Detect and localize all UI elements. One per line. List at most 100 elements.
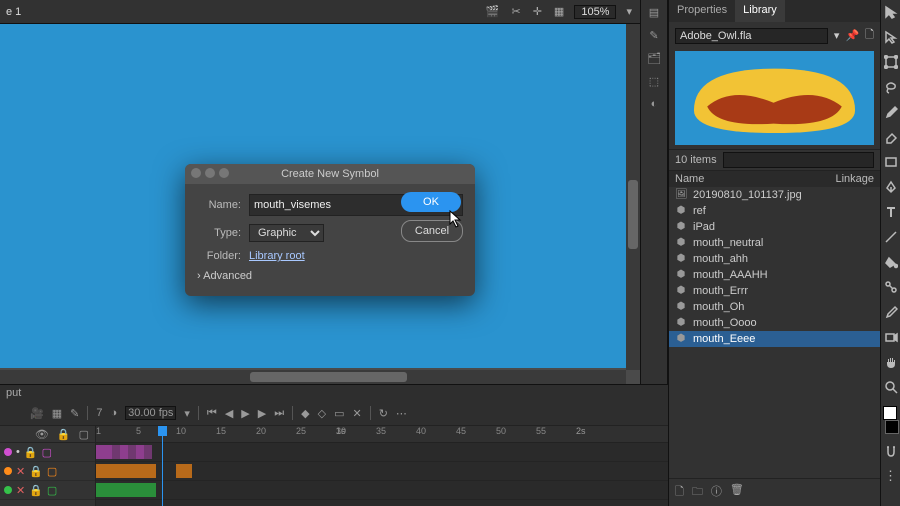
library-item[interactable]: ⬢iPad [669, 219, 880, 235]
tab-library[interactable]: Library [735, 0, 785, 22]
selection-tool-icon[interactable] [883, 4, 899, 20]
library-item[interactable]: ⬢mouth_Errr [669, 283, 880, 299]
timeline-frames[interactable]: 1s 2s 1510152025303540455055 [96, 426, 668, 506]
dock-icon-2[interactable]: ✎ [649, 29, 658, 42]
paint-bucket-tool-icon[interactable] [883, 254, 899, 270]
play-icon[interactable]: ▶ [241, 407, 249, 420]
insert-frame-icon[interactable]: ▭ [334, 407, 344, 420]
col-linkage[interactable]: Linkage [835, 173, 874, 185]
camera-tool-icon[interactable] [883, 329, 899, 345]
library-item[interactable]: ⬢mouth_Eeee [669, 331, 880, 347]
new-doc-icon[interactable]: 🗋 [865, 26, 874, 45]
fill-color-swatch[interactable] [885, 420, 899, 434]
dock-icon-1[interactable]: ▤ [649, 6, 659, 19]
goto-last-icon[interactable]: ⏭ [274, 407, 284, 420]
free-transform-tool-icon[interactable] [883, 54, 899, 70]
zoom-tool-icon[interactable] [883, 379, 899, 395]
stage-center-icon[interactable]: ✛ [531, 3, 544, 20]
timeline-track[interactable] [96, 481, 668, 500]
fps-dropdown-icon[interactable]: ▾ [184, 407, 190, 420]
timeline-track[interactable] [96, 462, 668, 481]
onion-skin-icon[interactable]: ◑ [110, 407, 117, 419]
library-list[interactable]: 🖼20190810_101137.jpg⬢ref⬢iPad⬢mouth_neut… [669, 187, 880, 478]
timeline-ruler[interactable]: 1s 2s 1510152025303540455055 [96, 426, 668, 443]
pin-icon[interactable]: 📌 [845, 29, 859, 42]
library-doc-select[interactable]: Adobe_Owl.fla [675, 28, 828, 44]
timeline-track[interactable] [96, 443, 668, 462]
properties-icon[interactable]: ⓘ [711, 483, 722, 502]
timeline-playhead[interactable] [162, 426, 163, 506]
stroke-color-swatch[interactable] [883, 406, 897, 420]
stage-grid-icon[interactable]: ▦ [552, 3, 566, 20]
stage-hscrollbar[interactable] [0, 370, 626, 384]
library-columns[interactable]: Name Linkage [669, 171, 880, 187]
ok-button[interactable]: OK [401, 192, 461, 212]
advanced-toggle[interactable]: Advanced [197, 270, 463, 282]
library-item[interactable]: ⬢mouth_neutral [669, 235, 880, 251]
snap-icon[interactable] [883, 443, 899, 459]
tl-edit-icon[interactable]: ✎ [70, 407, 79, 420]
layer-row[interactable]: •🔒▢ [0, 443, 95, 462]
library-item[interactable]: ⬢mouth_AAAHH [669, 267, 880, 283]
loop-icon[interactable]: ↻ [379, 407, 388, 420]
insert-blank-keyframe-icon[interactable]: ◇ [318, 407, 326, 420]
lasso-tool-icon[interactable] [883, 79, 899, 95]
delete-icon[interactable]: 🗑 [730, 483, 744, 502]
library-item[interactable]: 🖼20190810_101137.jpg [669, 187, 880, 203]
cancel-button[interactable]: Cancel [401, 220, 463, 242]
library-item[interactable]: ⬢mouth_Oooo [669, 315, 880, 331]
options-icon[interactable]: ⋮ [883, 468, 899, 484]
library-footer: 🗋 🗀 ⓘ 🗑 [669, 478, 880, 506]
lock-col-icon[interactable]: 🔒 [57, 428, 71, 441]
dock-icon-4[interactable]: ⬚ [649, 75, 659, 88]
new-folder-icon[interactable]: 🗀 [692, 483, 703, 502]
dock-icon-5[interactable]: ◐ [651, 98, 658, 110]
color-swatches[interactable] [883, 406, 899, 434]
layer-row[interactable]: ✕🔒▢ [0, 462, 95, 481]
layer-row[interactable]: ✕🔒▢ [0, 481, 95, 500]
document-tab[interactable]: e 1 [6, 6, 21, 18]
dock-icon-3[interactable]: 🗂 [647, 52, 661, 65]
new-symbol-icon[interactable]: 🗋 [675, 483, 684, 502]
tl-keyframe-icon[interactable]: ▦ [52, 407, 62, 420]
stage-clapper-icon[interactable]: 🎬 [484, 3, 502, 20]
eraser-tool-icon[interactable] [883, 129, 899, 145]
stage-vscrollbar[interactable] [626, 24, 640, 370]
zoom-level[interactable]: 105% [574, 5, 616, 19]
library-item[interactable]: ⬢mouth_ahh [669, 251, 880, 267]
rectangle-tool-icon[interactable] [883, 154, 899, 170]
outline-col-icon[interactable]: ▢ [79, 428, 89, 441]
eyedropper-tool-icon[interactable] [883, 304, 899, 320]
zoom-dropdown-icon[interactable]: ▾ [624, 3, 634, 20]
remove-frame-icon[interactable]: ✕ [352, 407, 361, 420]
step-fwd-icon[interactable]: ▶ [258, 407, 266, 420]
stage-cut-icon[interactable]: ✂ [509, 3, 522, 20]
line-tool-icon[interactable] [883, 229, 899, 245]
text-tool-icon[interactable] [883, 204, 899, 220]
library-search-input[interactable] [723, 152, 874, 168]
tl-camera-icon[interactable]: 🎥 [30, 407, 44, 420]
pen-tool-icon[interactable] [883, 179, 899, 195]
dialog-titlebar[interactable]: Create New Symbol [185, 164, 475, 184]
window-traffic-lights[interactable] [191, 168, 229, 178]
folder-link[interactable]: Library root [249, 250, 305, 262]
fps-display[interactable]: 30.00 fps [125, 406, 176, 420]
symbol-type-select[interactable]: Graphic [249, 224, 324, 242]
output-tab[interactable]: put [0, 385, 668, 401]
hand-tool-icon[interactable] [883, 354, 899, 370]
library-item[interactable]: ⬢ref [669, 203, 880, 219]
visibility-col-icon[interactable]: 👁 [35, 428, 49, 441]
goto-first-icon[interactable]: ⏮ [207, 407, 217, 420]
tl-menu-icon[interactable]: ⋯ [396, 407, 407, 420]
subselection-tool-icon[interactable] [883, 29, 899, 45]
library-item[interactable]: ⬢mouth_Oh [669, 299, 880, 315]
frame-number[interactable]: 7 [96, 407, 102, 419]
bone-tool-icon[interactable] [883, 279, 899, 295]
col-name[interactable]: Name [675, 173, 835, 185]
insert-keyframe-icon[interactable]: ◆ [301, 407, 309, 420]
brush-tool-icon[interactable] [883, 104, 899, 120]
tab-properties[interactable]: Properties [669, 0, 735, 22]
library-item-label: mouth_Eeee [693, 333, 755, 345]
step-back-icon[interactable]: ◀ [225, 407, 233, 420]
library-doc-dropdown-icon[interactable]: ▾ [834, 29, 840, 42]
